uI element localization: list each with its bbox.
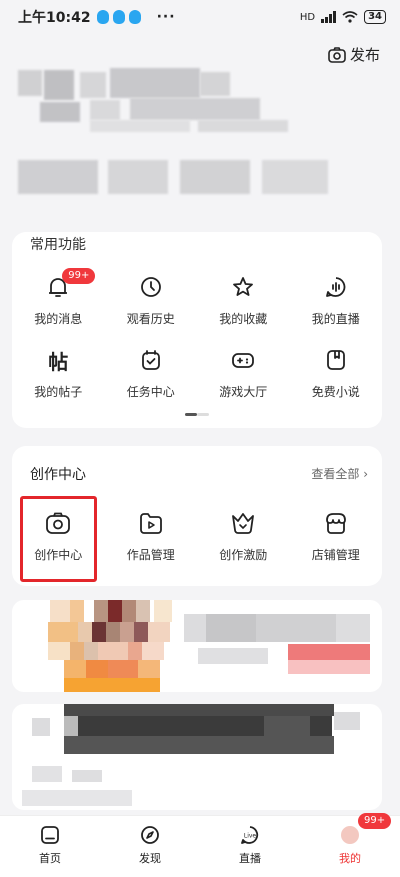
function-item-label: 我的消息: [34, 312, 83, 326]
gamepad-icon: [228, 345, 258, 375]
battery-indicator: 34: [364, 10, 386, 24]
qq-icon: [96, 10, 109, 24]
function-item-game-hall[interactable]: 游戏大厅: [197, 345, 290, 400]
function-item-messages[interactable]: 99+ 我的消息: [12, 268, 105, 327]
creation-center-title: 创作中心: [30, 467, 86, 483]
live-tv-icon: Live: [239, 824, 261, 846]
crown-icon: [228, 508, 258, 538]
status-time: 上午10:42: [18, 10, 91, 26]
common-functions-card: 常用功能 99+ 我的消息 观看历史 我的收藏 我的直播 帖 我的帖子 任务中心…: [12, 232, 382, 428]
function-item-label: 任务中心: [126, 385, 175, 399]
qq-icon: [112, 10, 125, 24]
blurred-content-card[interactable]: [12, 704, 382, 810]
common-functions-grid: 99+ 我的消息 观看历史 我的收藏 我的直播 帖 我的帖子 任务中心 游戏大厅…: [12, 268, 383, 400]
nav-home[interactable]: 首页: [0, 816, 100, 877]
function-item-history[interactable]: 观看历史: [105, 272, 198, 327]
creation-item-works[interactable]: 作品管理: [105, 508, 198, 563]
creation-item-center[interactable]: 创作中心: [12, 508, 105, 563]
signal-icon: [321, 11, 337, 23]
me-badge: 99+: [358, 813, 392, 829]
wifi-icon: [342, 11, 358, 23]
function-item-label: 免费小说: [311, 385, 360, 399]
creation-item-incentive[interactable]: 创作激励: [197, 508, 290, 563]
post-icon: 帖: [48, 349, 69, 374]
video-folder-icon: [136, 508, 166, 538]
network-label: HD: [299, 11, 316, 23]
view-all-label: 查看全部: [311, 467, 360, 481]
function-item-label: 观看历史: [126, 312, 175, 326]
nav-discover[interactable]: 发现: [100, 816, 200, 877]
creation-center-grid: 创作中心 作品管理 创作激励 店铺管理: [12, 508, 382, 563]
message-badge: 99+: [62, 268, 96, 284]
star-icon: [228, 272, 258, 302]
nav-label: 我的: [339, 852, 361, 865]
function-item-label: 我的收藏: [219, 312, 268, 326]
view-all-link[interactable]: 查看全部 ›: [311, 465, 368, 482]
function-item-favorites[interactable]: 我的收藏: [197, 272, 290, 327]
function-item-tasks[interactable]: 任务中心: [105, 345, 198, 400]
home-icon: [39, 824, 61, 846]
function-item-posts[interactable]: 帖 我的帖子: [12, 345, 105, 400]
nav-label: 发现: [139, 852, 161, 865]
function-item-my-live[interactable]: 我的直播: [290, 272, 383, 327]
function-item-label: 我的帖子: [34, 385, 83, 399]
nav-label: 首页: [39, 852, 61, 865]
book-icon: [321, 345, 351, 375]
creation-item-label: 创作中心: [34, 548, 83, 562]
bottom-nav: 首页 发现 Live 直播 99+ 我的: [0, 813, 400, 877]
creation-item-shop[interactable]: 店铺管理: [290, 508, 383, 563]
common-functions-title: 常用功能: [30, 237, 86, 253]
camera-icon: [43, 508, 73, 538]
creation-item-label: 店铺管理: [311, 548, 360, 562]
avatar: [339, 824, 361, 846]
status-bar: 上午10:42 ··· HD 34: [0, 0, 400, 34]
nav-me[interactable]: 99+ 我的: [300, 813, 400, 877]
function-item-free-novels[interactable]: 免费小说: [290, 345, 383, 400]
chevron-right-icon: ›: [363, 467, 368, 481]
live-icon: [321, 272, 351, 302]
creation-item-label: 创作激励: [219, 548, 268, 562]
compass-icon: [139, 824, 161, 846]
qq-icon: [128, 10, 141, 24]
shop-icon: [321, 508, 351, 538]
status-right: HD 34: [300, 10, 386, 24]
svg-text:Live: Live: [244, 833, 257, 840]
nav-live[interactable]: Live 直播: [200, 816, 300, 877]
task-icon: [136, 345, 166, 375]
blurred-content-card[interactable]: [12, 600, 382, 692]
clock-icon: [136, 272, 166, 302]
function-item-label: 游戏大厅: [219, 385, 268, 399]
creation-item-label: 作品管理: [126, 548, 175, 562]
nav-label: 直播: [239, 852, 261, 865]
function-item-label: 我的直播: [311, 312, 360, 326]
page-indicator: [185, 413, 209, 416]
creation-center-card: 创作中心 查看全部 › 创作中心 作品管理 创作激励 店铺管理: [12, 446, 382, 586]
blurred-profile-info: [0, 60, 400, 230]
more-dots-icon: ···: [156, 9, 176, 25]
